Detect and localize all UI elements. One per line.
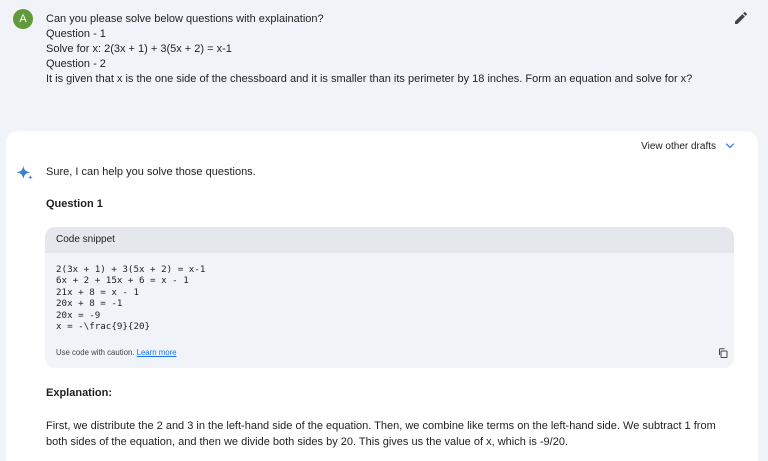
code-line: 20x = -9 (56, 309, 101, 321)
prompt-text: Can you please solve below questions wit… (46, 12, 692, 87)
code-line: 20x + 8 = -1 (56, 298, 123, 310)
code-line: 6x + 2 + 15x + 6 = x - 1 (56, 275, 189, 287)
explanation-heading: Explanation: (46, 387, 113, 399)
pencil-edit-icon[interactable] (733, 10, 749, 26)
code-snippet: Code snippet 2(3x + 1) + 3(5x + 2) = x-1… (45, 227, 734, 368)
view-other-drafts-button[interactable]: View other drafts (641, 140, 736, 152)
copy-icon[interactable] (717, 347, 729, 359)
learn-more-link[interactable]: Learn more (137, 348, 177, 357)
user-avatar: A (13, 9, 33, 29)
chevron-down-icon (725, 143, 735, 149)
prompt-line: It is given that x is the one side of th… (46, 73, 693, 85)
code-caution: Use code with caution. Learn more (56, 348, 177, 357)
prompt-line: Can you please solve below questions wit… (46, 13, 324, 25)
prompt-line: Question - 1 (46, 28, 106, 40)
explanation-text: First, we distribute the 2 and 3 in the … (46, 420, 716, 448)
caution-text: Use code with caution. (56, 348, 135, 357)
code-line: 2(3x + 1) + 3(5x + 2) = x-1 (56, 264, 206, 275)
sparkle-icon (16, 165, 33, 180)
prompt-line: Solve for x: 2(3x + 1) + 3(5x + 2) = x-1 (46, 43, 232, 55)
code-line: x = -\frac{9}{20} (56, 321, 151, 333)
response-card: View other drafts Sure, I can help you s… (6, 131, 758, 461)
prompt-line: Question - 2 (46, 58, 106, 70)
view-drafts-label: View other drafts (641, 140, 716, 152)
code-body[interactable]: 2(3x + 1) + 3(5x + 2) = x-1 6x + 2 + 15x… (45, 253, 734, 346)
code-snippet-header: Code snippet (45, 227, 734, 253)
response-intro: Sure, I can help you solve those questio… (46, 166, 256, 178)
question-heading: Question 1 (46, 198, 103, 210)
user-prompt: A Can you please solve below questions w… (0, 0, 768, 130)
code-line: 21x + 8 = x - 1 (56, 286, 139, 298)
